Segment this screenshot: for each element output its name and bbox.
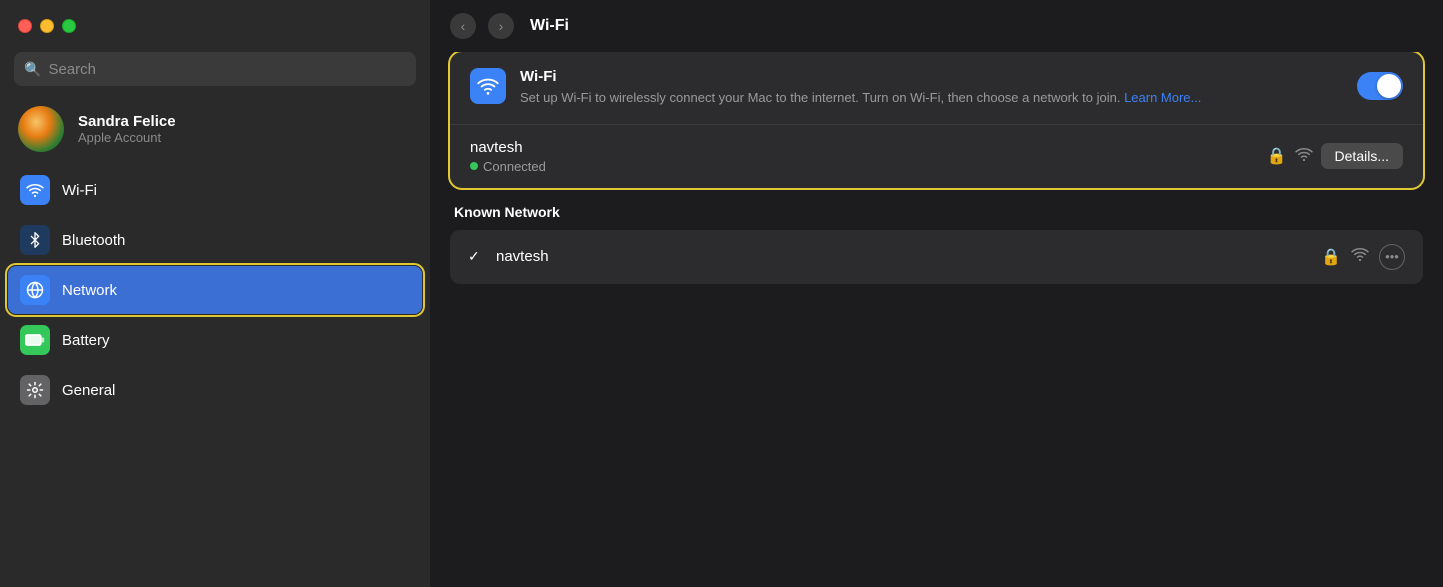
connected-label: Connected	[483, 159, 546, 174]
search-placeholder: Search	[48, 61, 96, 78]
user-subtitle: Apple Account	[78, 130, 176, 145]
lock-icon: 🔒	[1267, 146, 1287, 166]
minimize-button[interactable]	[40, 19, 54, 33]
sidebar-item-label-network: Network	[62, 282, 117, 299]
sidebar-item-wifi[interactable]: Wi-Fi	[8, 166, 422, 214]
wifi-toggle[interactable]	[1357, 72, 1403, 100]
forward-button[interactable]: ›	[488, 13, 514, 39]
known-signal-icon	[1351, 245, 1369, 268]
forward-icon: ›	[499, 18, 504, 34]
wifi-card-icon	[470, 68, 506, 104]
signal-icon	[1295, 145, 1313, 168]
network-icon	[20, 275, 50, 305]
sidebar-item-network[interactable]: Network	[8, 266, 422, 314]
user-name: Sandra Felice	[78, 113, 176, 130]
general-icon	[20, 375, 50, 405]
known-network-title: Known Network	[450, 204, 564, 220]
more-options-button[interactable]: •••	[1379, 244, 1405, 270]
known-network-section: Known Network ✓ navtesh 🔒	[450, 204, 1423, 284]
network-icons: 🔒 Details...	[1267, 143, 1403, 169]
wifi-icon	[20, 175, 50, 205]
sidebar-item-label-general: General	[62, 382, 115, 399]
close-button[interactable]	[18, 19, 32, 33]
known-ssid: navtesh	[496, 248, 1309, 265]
battery-icon	[20, 325, 50, 355]
avatar	[18, 106, 64, 152]
back-icon: ‹	[461, 18, 466, 34]
fullscreen-button[interactable]	[62, 19, 76, 33]
network-ssid: navtesh	[470, 139, 1255, 156]
main-body: Wi-Fi Set up Wi-Fi to wirelessly connect…	[430, 52, 1443, 587]
main-content: ‹ › Wi-Fi Wi-Fi S	[430, 0, 1443, 587]
connected-network-row: navtesh Connected 🔒	[450, 125, 1423, 188]
network-name: navtesh Connected	[470, 139, 1255, 174]
page-title: Wi-Fi	[530, 17, 569, 35]
wifi-description: Set up Wi-Fi to wirelessly connect your …	[520, 89, 1343, 108]
wifi-card: Wi-Fi Set up Wi-Fi to wirelessly connect…	[450, 52, 1423, 188]
titlebar	[0, 0, 430, 52]
sidebar-item-general[interactable]: General	[8, 366, 422, 414]
sidebar-item-bluetooth[interactable]: Bluetooth	[8, 216, 422, 264]
known-network-card: ✓ navtesh 🔒 •••	[450, 230, 1423, 284]
traffic-lights	[18, 19, 76, 33]
connected-badge: Connected	[470, 159, 1255, 174]
known-lock-icon: 🔒	[1321, 247, 1341, 267]
search-icon: 🔍	[24, 61, 41, 78]
bluetooth-icon	[20, 225, 50, 255]
user-info: Sandra Felice Apple Account	[78, 113, 176, 145]
search-box[interactable]: 🔍 Search	[14, 52, 416, 86]
wifi-card-title: Wi-Fi	[520, 68, 1343, 85]
wifi-header: Wi-Fi Set up Wi-Fi to wirelessly connect…	[450, 52, 1423, 125]
sidebar-item-battery[interactable]: Battery	[8, 316, 422, 364]
details-button[interactable]: Details...	[1321, 143, 1403, 169]
known-network-row: ✓ navtesh 🔒 •••	[450, 230, 1423, 284]
checkmark-icon: ✓	[468, 248, 484, 265]
toggle-knob	[1377, 74, 1401, 98]
back-button[interactable]: ‹	[450, 13, 476, 39]
sidebar-item-label-battery: Battery	[62, 332, 110, 349]
wifi-text: Wi-Fi Set up Wi-Fi to wirelessly connect…	[520, 68, 1343, 108]
sidebar-list: Wi-Fi Bluetooth Network	[0, 166, 430, 414]
main-header: ‹ › Wi-Fi	[430, 0, 1443, 52]
sidebar-item-label-bluetooth: Bluetooth	[62, 232, 125, 249]
user-section[interactable]: Sandra Felice Apple Account	[0, 96, 430, 166]
sidebar: 🔍 Search Sandra Felice Apple Account Wi-…	[0, 0, 430, 587]
connected-dot	[470, 162, 478, 170]
learn-more-link[interactable]: Learn More...	[1124, 90, 1201, 105]
sidebar-item-label-wifi: Wi-Fi	[62, 182, 97, 199]
known-network-icons: 🔒 •••	[1321, 244, 1405, 270]
